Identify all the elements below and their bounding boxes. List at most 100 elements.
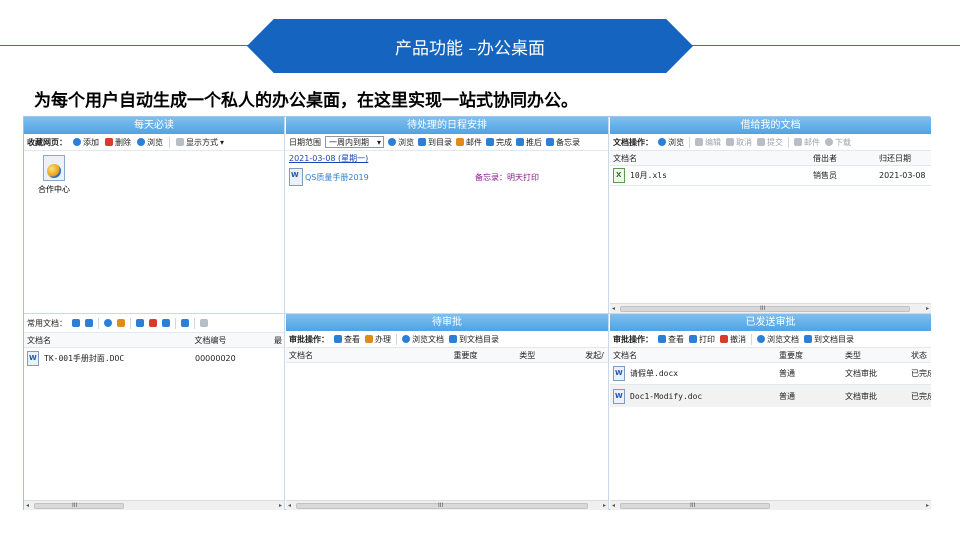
horizontal-scrollbar[interactable]: ◂ III ▸ [286,500,608,510]
row-divider [24,313,931,314]
schedule-browse-button[interactable]: 浏览 [388,137,414,148]
to-directory-button[interactable]: 到目录 [418,137,452,148]
sent-view-button[interactable]: 查看 [658,334,684,345]
date-range-select[interactable]: 一周内到期 [325,136,384,148]
col-doc-name[interactable]: 文档名 [286,348,450,362]
toolbar-separator [175,317,176,329]
layers-icon[interactable] [72,319,80,327]
scroll-right-arrow[interactable]: ▸ [279,502,282,509]
horizontal-scrollbar[interactable]: ◂ III ▸ [610,500,931,510]
toolbar-separator [98,317,99,329]
lent-documents-panel: 借给我的文档 文档操作： 浏览 编辑 取消 提交 邮件 下载 文档名 借出者 归… [610,117,931,313]
eye-icon [137,138,145,146]
daily-read-title: 每天必读 [24,117,284,134]
scroll-right-arrow[interactable]: ▸ [926,502,929,509]
lent-browse-button[interactable]: 浏览 [658,137,684,148]
calendar-icon [516,138,524,146]
scroll-left-arrow[interactable]: ◂ [26,502,29,509]
collaboration-center-shortcut[interactable]: 合作中心 [36,155,72,195]
delete-button[interactable]: 删除 [105,137,131,148]
print-button[interactable]: 打印 [689,334,715,345]
copy-icon[interactable] [85,319,93,327]
table-row[interactable]: TK-001手册封面.DOC 00000020 [24,348,284,368]
display-mode-dropdown[interactable]: 显示方式 ▾ [176,137,224,148]
schedule-item[interactable]: QS质量手册2019 备忘录：明天打印 [286,166,608,188]
col-type[interactable]: 类型 [516,348,582,362]
envelope-icon[interactable] [117,319,125,327]
table-row[interactable]: 10月.xls 销售员 2021-03-08 [610,166,931,186]
add-button[interactable]: 添加 [73,137,99,148]
schedule-panel: 待处理的日程安排 日期范围 一周内到期 浏览 到目录 邮件 完成 推后 备忘录 … [286,117,609,313]
pencil-icon [695,138,703,146]
col-importance[interactable]: 重要度 [776,348,842,362]
complete-button[interactable]: 完成 [486,137,512,148]
list-icon[interactable] [200,319,208,327]
handle-button[interactable]: 办理 [365,334,391,345]
scroll-left-arrow[interactable]: ◂ [612,502,615,509]
scroll-left-arrow[interactable]: ◂ [612,305,615,312]
slide-subtitle: 为每个用户自动生成一个私人的办公桌面，在这里实现一站式协同办公。 [34,91,578,111]
pending-approval-title: 待审批 [286,314,608,331]
col-return-date[interactable]: 归还日期 [876,151,931,165]
scroll-left-arrow[interactable]: ◂ [288,502,291,509]
browse-button[interactable]: 浏览 [137,137,163,148]
download-button[interactable]: 下载 [825,137,851,148]
undo-icon [726,138,734,146]
view-button[interactable]: 查看 [334,334,360,345]
table-row[interactable]: 请假单.docx 普通 文档审批 已完成 [610,363,931,385]
horizontal-scrollbar[interactable]: ◂ III ▸ [610,303,931,313]
toolbar-separator [689,136,690,148]
submit-button[interactable]: 提交 [757,137,783,148]
chevron-down-icon: ▾ [220,137,225,147]
col-doc-name[interactable]: 文档名 [24,333,191,347]
trash-icon [105,138,113,146]
col-truncated[interactable]: 最 [271,333,284,347]
col-lender[interactable]: 借出者 [810,151,876,165]
sent-approval-panel: 已发送审批 审批操作： 查看 打印 撤消 浏览文档 到文档目录 文档名 重要度 … [610,314,931,510]
scroll-right-arrow[interactable]: ▸ [603,502,606,509]
horizontal-scrollbar[interactable]: ◂ III ▸ [24,500,284,510]
eye-icon[interactable] [104,319,112,327]
hierarchy-icon [334,335,342,343]
sent-doc-name: 请假单.docx [630,369,679,378]
to-doc-directory-button[interactable]: 到文档目录 [449,334,499,345]
approval-ops-label: 审批操作： [613,334,653,344]
daily-read-panel: 每天必读 收藏网页： 添加 删除 浏览 显示方式 ▾ 合作中心 [24,117,285,313]
scroll-right-arrow[interactable]: ▸ [926,305,929,312]
memo-button[interactable]: 备忘录 [546,137,580,148]
schedule-mail-button[interactable]: 邮件 [456,137,482,148]
col-importance[interactable]: 重要度 [450,348,516,362]
envelope-icon [794,138,802,146]
edit-doc-icon[interactable] [136,319,144,327]
col-type[interactable]: 类型 [842,348,908,362]
plus-circle-icon [73,138,81,146]
scroll-thumb[interactable] [34,503,124,509]
schedule-date-heading[interactable]: 2021-03-08 (星期一) [286,151,608,166]
col-initiator[interactable]: 发起/ [582,348,608,362]
sent-browse-document-button[interactable]: 浏览文档 [757,334,799,345]
revoke-button[interactable]: 撤消 [720,334,746,345]
undo-icon[interactable] [149,319,157,327]
sent-to-doc-directory-button[interactable]: 到文档目录 [804,334,854,345]
scroll-grip: III [760,305,766,312]
sent-doc-type: 文档审批 [845,369,877,378]
sent-approval-title: 已发送审批 [610,314,931,331]
col-doc-name[interactable]: 文档名 [610,348,776,362]
header-line-left [0,45,250,46]
postpone-button[interactable]: 推后 [516,137,542,148]
globe-doc-icon [43,155,65,181]
col-doc-number[interactable]: 文档编号 [191,333,271,347]
lent-mail-button[interactable]: 邮件 [794,137,820,148]
cancel-button[interactable]: 取消 [726,137,752,148]
col-status[interactable]: 状态 [908,348,931,362]
sent-table-header: 文档名 重要度 类型 状态 [610,348,931,363]
table-row[interactable]: Doc1-Modify.doc 普通 文档审批 已完成 [610,385,931,407]
printer-icon [689,335,697,343]
col-doc-name[interactable]: 文档名 [610,151,810,165]
document-icon[interactable] [181,319,189,327]
edit-button[interactable]: 编辑 [695,137,721,148]
eye-icon [388,138,396,146]
browse-document-button[interactable]: 浏览文档 [402,334,444,345]
schedule-item-name[interactable]: QS质量手册2019 [305,172,475,183]
send-icon[interactable] [162,319,170,327]
